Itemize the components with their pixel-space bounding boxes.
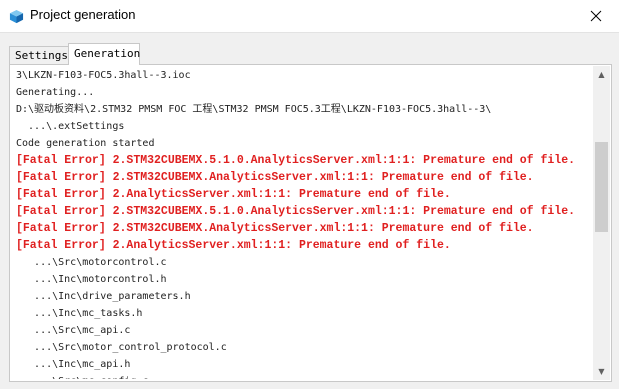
console-error-line: [Fatal Error] 2.AnalyticsServer.xml:1:1:… [16,188,451,201]
scroll-thumb[interactable] [595,142,608,232]
console-line: ...\.extSettings [16,121,125,132]
console-line: ...\Src\mc_api.c [16,325,131,336]
console-line: 3\LKZN-F103-FOC5.3hall--3.ioc [16,70,191,81]
console-error-line: [Fatal Error] 2.STM32CUBEMX.5.1.0.Analyt… [16,154,575,167]
arrow-up-icon[interactable]: ▲ [593,66,610,83]
console-line: ...\Inc\mc_api.h [16,359,131,370]
generation-panel: 3\LKZN-F103-FOC5.3hall--3.ioc Generating.… [9,64,612,382]
console-line: ...\Src\motorcontrol.c [16,257,167,268]
console-line: ...\Src\motor_control_protocol.c [16,342,227,353]
console-error-line: [Fatal Error] 2.STM32CUBEMX.5.1.0.Analyt… [16,205,575,218]
cube-icon [9,9,24,24]
window-title: Project generation [30,7,136,22]
console-line: ...\Inc\drive_parameters.h [16,291,191,302]
console-error-line: [Fatal Error] 2.AnalyticsServer.xml:1:1:… [16,239,451,252]
close-icon [590,10,602,22]
console-line: Generating... [16,87,95,98]
console-output[interactable]: 3\LKZN-F103-FOC5.3hall--3.ioc Generating.… [16,67,592,379]
arrow-down-icon[interactable]: ▼ [593,363,610,380]
console-line: Code generation started [16,138,155,149]
title-bar: Project generation [0,0,619,33]
console-line: ...\Inc\mc_tasks.h [16,308,143,319]
tab-generation[interactable]: Generation [68,43,140,65]
tab-settings[interactable]: Settings [9,46,69,64]
console-line: ...\Inc\motorcontrol.h [16,274,167,285]
close-button[interactable] [573,0,619,32]
console-line: D:\驱动板资料\2.STM32 PMSM FOC 工程\STM32 PMSM … [16,104,492,115]
console-line: ...\Src\mc_config.c [16,373,592,379]
vertical-scrollbar[interactable]: ▲ ▼ [593,66,610,380]
console-error-line: [Fatal Error] 2.STM32CUBEMX.AnalyticsSer… [16,171,534,184]
console-error-line: [Fatal Error] 2.STM32CUBEMX.AnalyticsSer… [16,222,534,235]
